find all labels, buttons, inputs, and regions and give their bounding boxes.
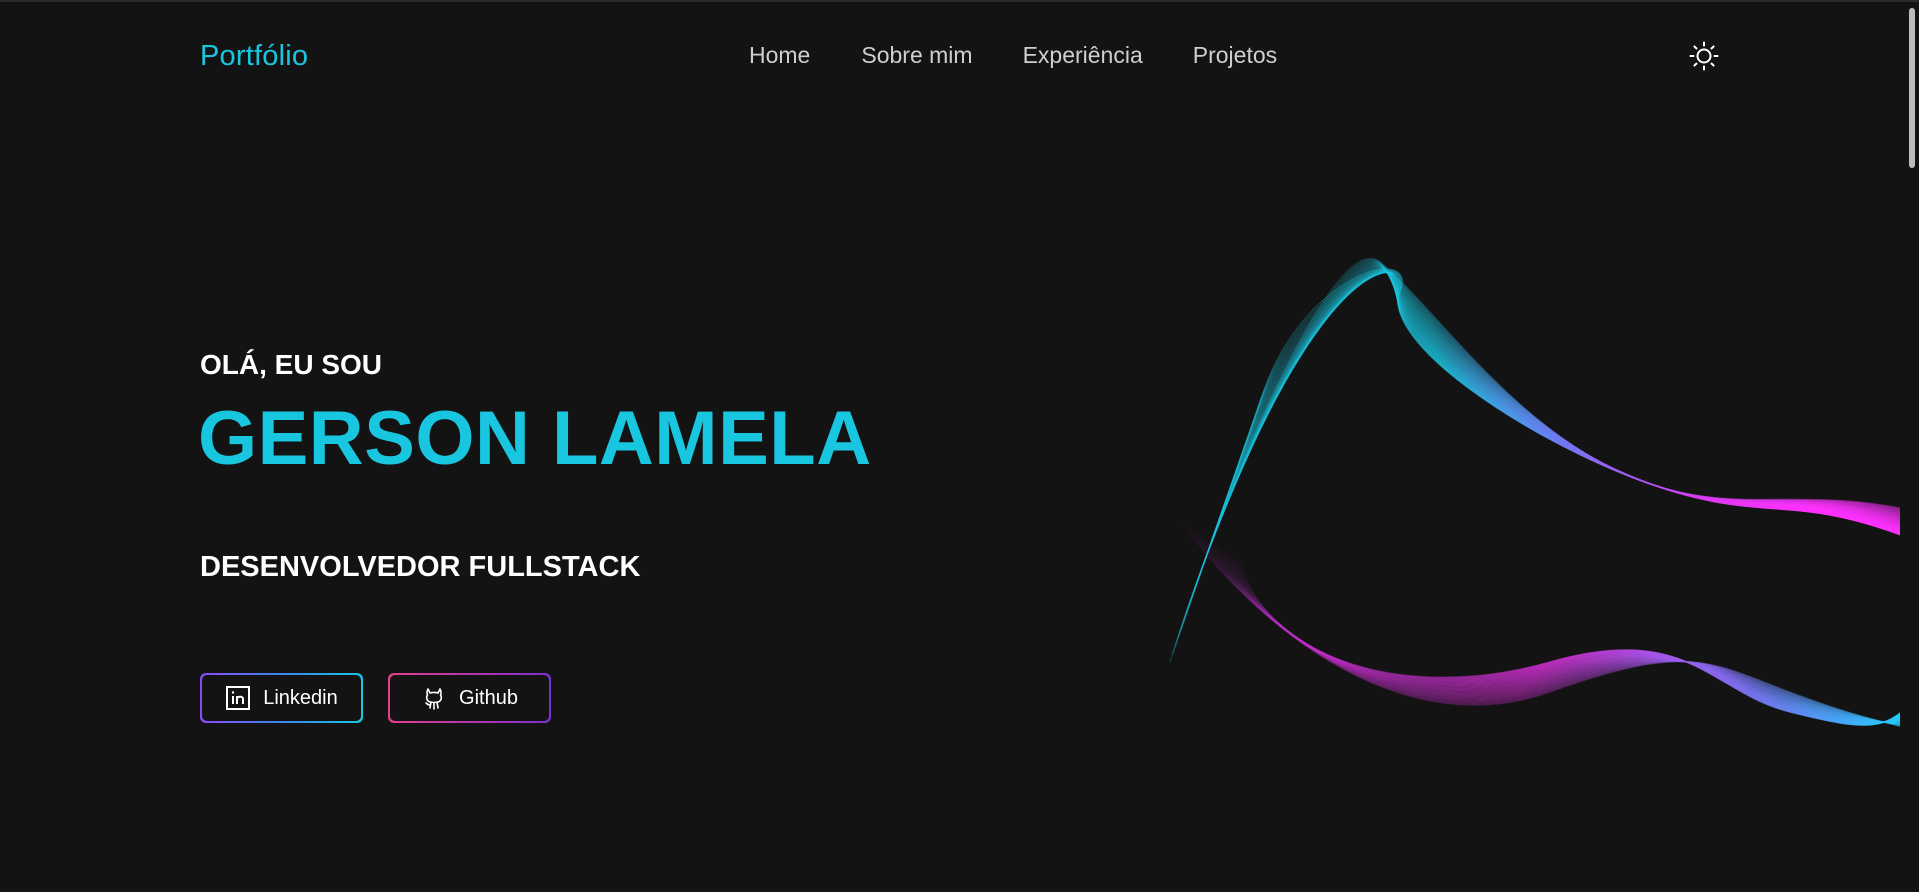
nav-home[interactable]: Home bbox=[749, 42, 810, 69]
main-nav: Home Sobre mim Experiência Projetos bbox=[749, 42, 1277, 69]
wave-line bbox=[1240, 272, 1919, 537]
wave-line bbox=[1199, 265, 1919, 576]
wave-line bbox=[1206, 539, 1919, 723]
wave-line bbox=[1221, 549, 1919, 724]
scrollbar-thumb[interactable] bbox=[1909, 8, 1915, 168]
wave-line bbox=[1204, 538, 1919, 723]
site-header: Portfólio Home Sobre mim Experiência Pro… bbox=[0, 2, 1900, 112]
page: Portfólio Home Sobre mim Experiência Pro… bbox=[0, 0, 1919, 892]
wave-line bbox=[1199, 534, 1919, 724]
wave-line bbox=[1239, 561, 1919, 726]
github-button-body: Github bbox=[390, 675, 549, 721]
wave-line bbox=[1223, 550, 1919, 724]
linkedin-button-label: Linkedin bbox=[263, 686, 338, 709]
wave-line bbox=[1212, 543, 1919, 723]
wave-line bbox=[1233, 558, 1919, 725]
wave-line bbox=[1186, 526, 1919, 728]
wave-line bbox=[1180, 261, 1919, 631]
wave-line bbox=[1232, 271, 1919, 534]
wave-line bbox=[1184, 525, 1919, 730]
wave-lines-graphic bbox=[1169, 258, 1919, 733]
hero-greeting: OLÁ, EU SOU bbox=[200, 349, 383, 380]
wave-line bbox=[1193, 264, 1919, 592]
wave-line bbox=[1188, 527, 1919, 727]
wave-line bbox=[1190, 528, 1919, 726]
wave-line bbox=[1237, 560, 1919, 726]
wave-line bbox=[1215, 545, 1919, 724]
sun-icon bbox=[1689, 41, 1719, 71]
github-button-label: Github bbox=[459, 686, 518, 709]
wave-line bbox=[1174, 259, 1919, 647]
wave-line bbox=[1194, 531, 1919, 724]
wave-line bbox=[1230, 555, 1919, 725]
linkedin-button-body: Linkedin bbox=[202, 675, 361, 721]
wave-line bbox=[1183, 261, 1919, 623]
wave-line bbox=[1208, 541, 1919, 723]
wave-line bbox=[1243, 271, 1919, 538]
wave-line bbox=[1192, 530, 1919, 725]
wave-line bbox=[1177, 260, 1919, 639]
wave-line bbox=[1248, 271, 1919, 539]
wave-line bbox=[1213, 544, 1919, 724]
linkedin-button[interactable]: Linkedin bbox=[200, 673, 363, 723]
wave-line bbox=[1232, 556, 1919, 725]
nav-projetos[interactable]: Projetos bbox=[1193, 42, 1277, 69]
wave-line bbox=[1217, 547, 1919, 724]
wave-line bbox=[1235, 559, 1919, 726]
wave-line bbox=[1219, 548, 1919, 724]
wave-line bbox=[1201, 536, 1919, 723]
wave-line bbox=[1191, 263, 1919, 600]
wave-line bbox=[1197, 533, 1919, 724]
wave-line bbox=[1245, 271, 1919, 539]
theme-toggle-button[interactable] bbox=[1688, 40, 1720, 72]
wave-line bbox=[1172, 258, 1919, 655]
hero-role: DESENVOLVEDOR FULLSTACK bbox=[200, 551, 641, 583]
wave-line bbox=[1203, 537, 1919, 723]
nav-experiencia[interactable]: Experiência bbox=[1023, 42, 1143, 69]
github-icon bbox=[421, 685, 447, 711]
wave-line bbox=[1237, 271, 1919, 536]
wave-line bbox=[1226, 553, 1919, 725]
wave-line bbox=[1195, 532, 1919, 724]
wave-line bbox=[1210, 542, 1919, 723]
nav-sobre-mim[interactable]: Sobre mim bbox=[861, 42, 972, 69]
wave-line bbox=[1169, 258, 1919, 663]
hero-name: GERSON LAMELA bbox=[198, 396, 872, 481]
scrollbar[interactable] bbox=[1900, 2, 1919, 892]
wave-line bbox=[1228, 554, 1919, 725]
wave-line bbox=[1196, 265, 1919, 584]
wave-line bbox=[1229, 271, 1919, 533]
linkedin-icon bbox=[225, 685, 251, 711]
brand-logo[interactable]: Portfólio bbox=[200, 40, 308, 73]
wave-line bbox=[1224, 552, 1919, 724]
github-button[interactable]: Github bbox=[388, 673, 551, 723]
wave-line bbox=[1234, 271, 1919, 535]
